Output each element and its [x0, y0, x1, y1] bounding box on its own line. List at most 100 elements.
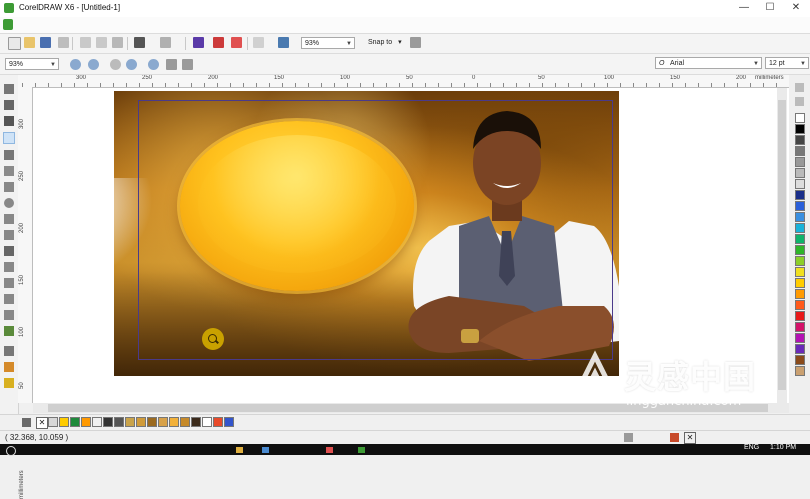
publish-pdf-icon[interactable] [231, 37, 242, 48]
color-swatch[interactable] [795, 289, 805, 299]
polygon-tool-icon[interactable] [4, 214, 14, 224]
new-document-icon[interactable] [8, 37, 21, 50]
table-tool-icon[interactable] [4, 262, 14, 272]
ellipse-tool-icon[interactable] [4, 198, 14, 208]
color-swatch[interactable] [103, 417, 113, 427]
color-swatch[interactable] [795, 190, 805, 200]
zoom-to-page-icon[interactable] [148, 59, 159, 70]
text-tool-icon[interactable] [4, 246, 14, 256]
smart-fill-tool-icon[interactable] [4, 166, 14, 176]
no-fill-swatch[interactable]: ✕ [36, 417, 48, 429]
clock[interactable]: 1:10 PM [770, 444, 796, 451]
color-swatch[interactable] [795, 168, 805, 178]
minimize-button[interactable]: — [732, 0, 756, 17]
color-swatch[interactable] [136, 417, 146, 427]
snap-to-button[interactable]: Snap to ▾ [368, 38, 402, 46]
color-swatch[interactable] [48, 417, 58, 427]
color-swatch[interactable] [795, 113, 805, 123]
color-swatch[interactable] [795, 234, 805, 244]
dimension-tool-icon[interactable] [4, 278, 14, 288]
crop-tool-icon[interactable] [4, 116, 14, 126]
paste-icon[interactable] [112, 37, 123, 48]
color-swatch[interactable] [92, 417, 102, 427]
color-swatch[interactable] [795, 135, 805, 145]
taskbar-app-icon[interactable] [326, 447, 333, 453]
shape-tool-icon[interactable] [4, 100, 14, 110]
pick-tool-icon[interactable] [4, 84, 14, 94]
coreldraw-taskbar-icon[interactable] [358, 447, 365, 453]
color-swatch[interactable] [202, 417, 212, 427]
dock-options-icon[interactable] [795, 97, 804, 106]
application-launcher-icon[interactable] [253, 37, 264, 48]
blend-tool-icon[interactable] [4, 310, 14, 320]
language-indicator[interactable]: ENG [744, 444, 759, 451]
vertical-scroll-thumb[interactable] [778, 100, 786, 390]
color-swatch[interactable] [70, 417, 80, 427]
font-size-combo[interactable]: 12 pt ▼ [765, 57, 809, 69]
color-swatch[interactable] [795, 201, 805, 211]
color-swatch[interactable] [81, 417, 91, 427]
export-icon[interactable] [213, 37, 224, 48]
redo-icon[interactable] [160, 37, 171, 48]
color-swatch[interactable] [224, 417, 234, 427]
color-swatch[interactable] [795, 223, 805, 233]
outline-tool-icon[interactable] [4, 362, 14, 372]
zoom-selected-icon[interactable] [110, 59, 121, 70]
color-swatch[interactable] [795, 146, 805, 156]
save-icon[interactable] [40, 37, 51, 48]
eyedropper-icon[interactable] [22, 418, 31, 427]
undo-icon[interactable] [134, 37, 145, 48]
color-swatch[interactable] [795, 322, 805, 332]
import-icon[interactable] [193, 37, 204, 48]
connector-tool-icon[interactable] [4, 294, 14, 304]
cut-icon[interactable] [80, 37, 91, 48]
color-swatch[interactable] [795, 333, 805, 343]
copy-icon[interactable] [96, 37, 107, 48]
color-swatch[interactable] [191, 417, 201, 427]
maximize-button[interactable]: ☐ [758, 0, 782, 17]
file-explorer-icon[interactable] [236, 447, 243, 453]
property-zoom-combo[interactable]: 93% ▼ [5, 58, 59, 70]
basic-shapes-tool-icon[interactable] [4, 230, 14, 240]
open-folder-icon[interactable] [24, 37, 35, 48]
vertical-ruler[interactable]: 300 250 200 150 100 50 millimeters [18, 87, 33, 499]
transparency-tool-icon[interactable] [4, 326, 14, 336]
color-swatch[interactable] [213, 417, 223, 427]
zoom-level-combo[interactable]: 93% ▼ [301, 37, 355, 49]
color-swatch[interactable] [125, 417, 135, 427]
zoom-tool-icon[interactable] [3, 132, 15, 144]
eyedropper-tool-icon[interactable] [4, 346, 14, 356]
color-swatch[interactable] [795, 212, 805, 222]
color-swatch[interactable] [169, 417, 179, 427]
color-swatch[interactable] [795, 124, 805, 134]
fill-tool-icon[interactable] [4, 378, 14, 388]
color-swatch[interactable] [795, 311, 805, 321]
color-swatch[interactable] [795, 157, 805, 167]
horizontal-ruler[interactable]: 300 250 200 150 100 50 0 50 100 150 200 millimeter… [18, 75, 789, 88]
zoom-all-objects-icon[interactable] [126, 59, 137, 70]
zoom-out-icon[interactable] [88, 59, 99, 70]
color-swatch[interactable] [147, 417, 157, 427]
welcome-screen-icon[interactable] [278, 37, 289, 48]
taskbar-app-icon[interactable] [262, 447, 269, 453]
dock-options-icon[interactable] [795, 83, 804, 92]
zoom-in-icon[interactable] [70, 59, 81, 70]
document-icon[interactable] [3, 19, 13, 30]
close-button[interactable]: ✕ [784, 0, 808, 17]
color-swatch[interactable] [180, 417, 190, 427]
rectangle-tool-icon[interactable] [4, 182, 14, 192]
color-swatch[interactable] [795, 300, 805, 310]
outline-none-icon[interactable]: ✕ [684, 432, 696, 444]
fill-color-icon[interactable] [670, 433, 679, 442]
color-swatch[interactable] [795, 179, 805, 189]
color-swatch[interactable] [59, 417, 69, 427]
zoom-page-width-icon[interactable] [166, 59, 177, 70]
color-swatch[interactable] [795, 267, 805, 277]
font-list-combo[interactable]: O Arial ▼ [655, 57, 762, 69]
color-swatch[interactable] [158, 417, 168, 427]
options-icon[interactable] [410, 37, 421, 48]
color-swatch[interactable] [795, 245, 805, 255]
freehand-tool-icon[interactable] [4, 150, 14, 160]
print-icon[interactable] [58, 37, 69, 48]
color-swatch[interactable] [795, 278, 805, 288]
